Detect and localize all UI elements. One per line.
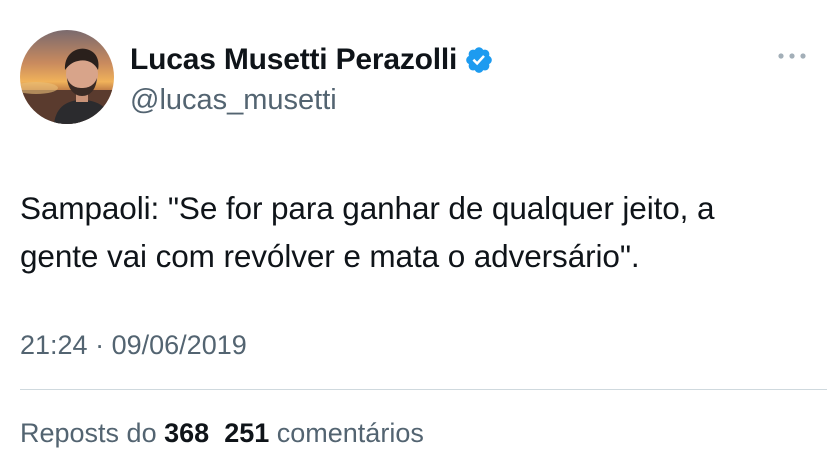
tweet-text: Sampaoli: "Se for para ganhar de qualque… [20,184,820,280]
avatar[interactable] [20,30,114,124]
author-display-name[interactable]: Lucas Musetti Perazolli [130,43,457,77]
tweet-text-line-2: gente vai com revólver e mata o adversár… [20,238,640,274]
avatar-image [20,30,114,124]
tweet-text-line-1: Sampaoli: "Se for para ganhar de qualque… [20,190,715,226]
author-name-row: Lucas Musetti Perazolli [130,42,494,78]
timestamp-separator: · [95,330,105,360]
reposts-link[interactable]: Reposts do 368 [20,418,209,448]
tweet-card: Lucas Musetti Perazolli @lucas_musetti S… [0,0,827,465]
author-handle[interactable]: @lucas_musetti [130,84,337,117]
verified-badge-icon [464,45,494,75]
tweet-date: 09/06/2019 [111,330,247,360]
comments-count: 251 [224,418,270,448]
tweet-stats: Reposts do 368 251 comentários [20,418,424,449]
tweet-time: 21:24 [20,330,88,360]
reposts-count: 368 [164,418,210,448]
comments-label: comentários [276,418,424,448]
comments-link[interactable]: 251 comentários [224,418,424,448]
more-horizontal-icon[interactable] [776,46,808,66]
divider [20,389,827,390]
tweet-timestamp[interactable]: 21:24 · 09/06/2019 [20,330,247,361]
reposts-prefix: Reposts do [20,418,157,448]
